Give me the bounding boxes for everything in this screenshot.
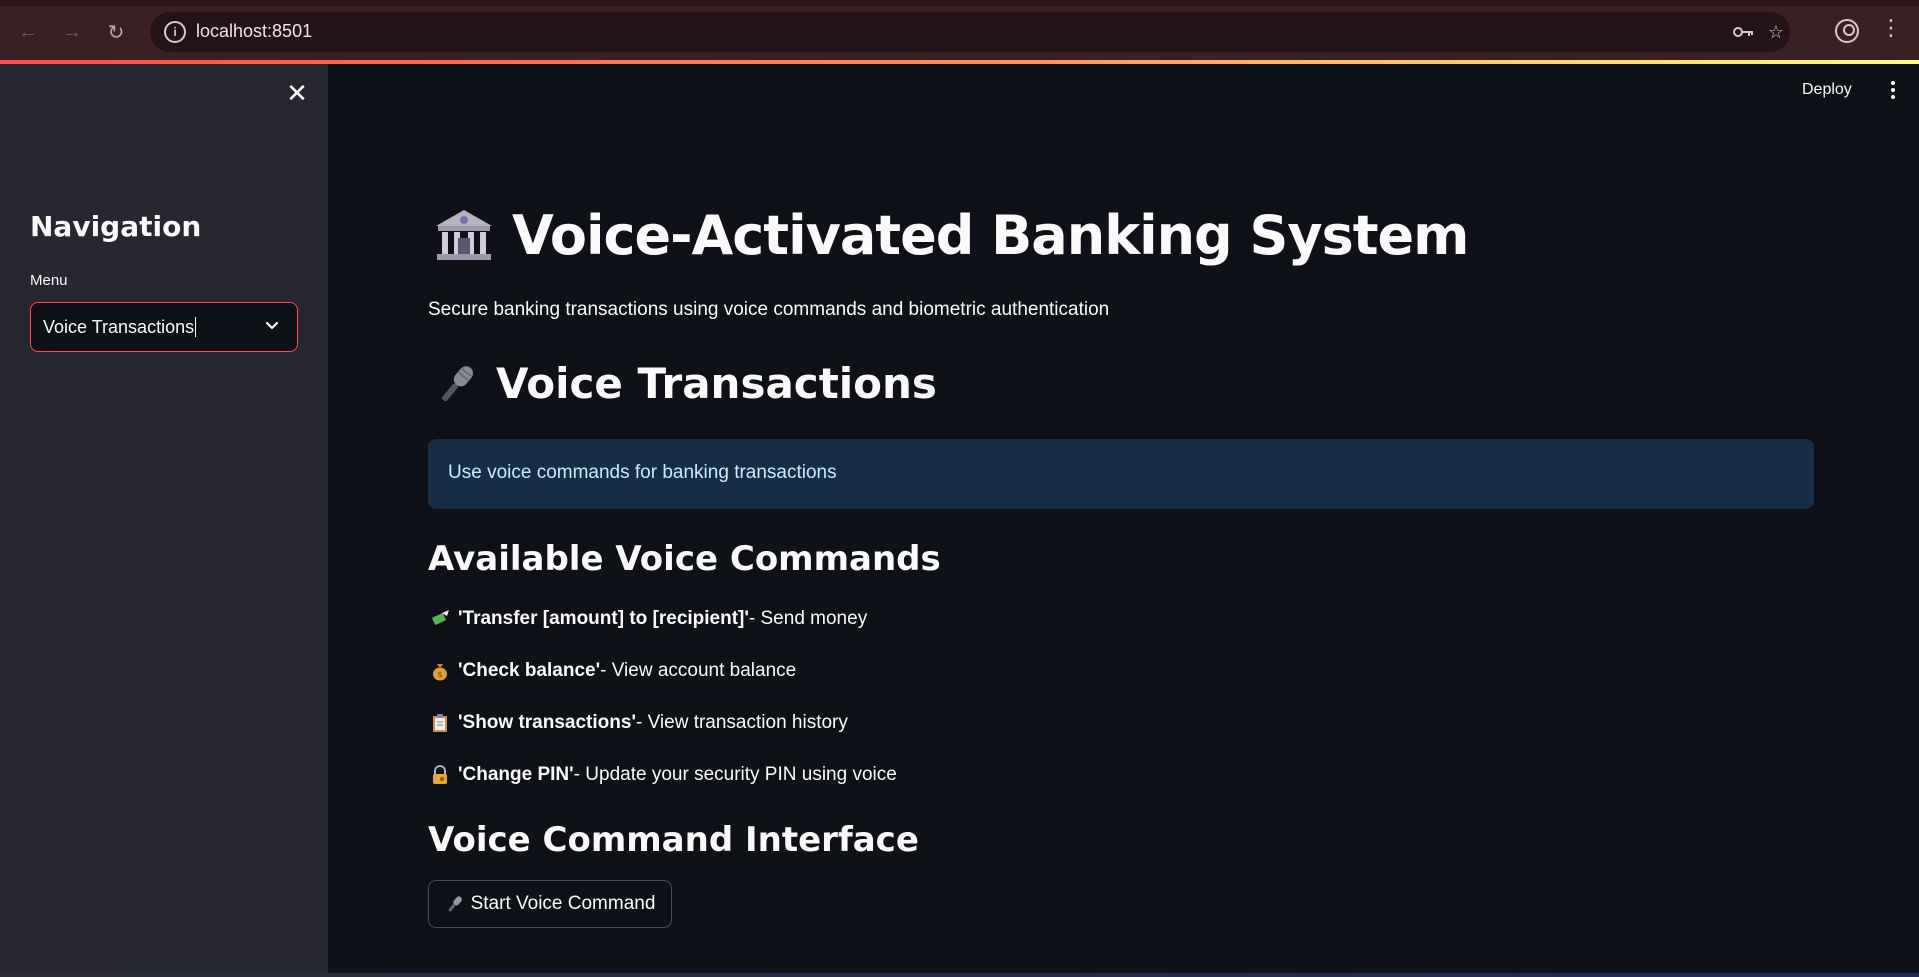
command-text: 'Check balance'	[458, 660, 601, 681]
command-text: 'Transfer [amount] to [recipient]'	[458, 608, 749, 629]
list-item: 'Show transactions' - View transaction h…	[430, 712, 848, 734]
menu-select[interactable]: Voice Transactions	[30, 302, 298, 352]
info-alert: Use voice commands for banking transacti…	[428, 439, 1814, 509]
reload-icon[interactable]: ↻	[98, 14, 134, 50]
money-bag-icon: $	[430, 661, 450, 681]
commands-heading: Available Voice Commands	[428, 539, 941, 579]
menu-select-value[interactable]: Voice Transactions	[43, 317, 197, 338]
command-description: - View account balance	[600, 660, 797, 681]
command-description: - Send money	[748, 608, 868, 629]
back-arrow-icon[interactable]: ←	[10, 14, 46, 50]
deploy-button[interactable]: Deploy	[1794, 77, 1860, 103]
command-description: - Update your security PIN using voice	[573, 764, 897, 785]
close-sidebar-icon[interactable]: ✕	[282, 78, 312, 108]
sidebar: ✕ Navigation Menu Voice Transactions	[0, 64, 328, 977]
forward-arrow-icon[interactable]: →	[54, 14, 90, 50]
chevron-down-icon[interactable]	[263, 317, 281, 335]
interface-heading: Voice Command Interface	[428, 820, 919, 860]
clipboard-icon	[430, 713, 450, 733]
microphone-icon	[434, 361, 480, 407]
page-title-text: Voice-Activated Banking System	[512, 204, 1469, 267]
page-subtitle: Secure banking transactions using voice …	[428, 299, 1110, 320]
bank-icon	[434, 208, 494, 264]
site-info-icon[interactable]: i	[164, 21, 186, 43]
key-icon[interactable]	[1732, 20, 1756, 44]
streamlit-app: ✕ Navigation Menu Voice Transactions Dep…	[0, 64, 1919, 977]
browser-menu-icon[interactable]: ⋮	[1880, 16, 1902, 40]
section-title-text: Voice Transactions	[496, 359, 937, 408]
start-voice-command-label[interactable]: Start Voice Command	[471, 893, 656, 915]
command-text: 'Show transactions'	[458, 712, 636, 733]
start-voice-command-button[interactable]: Start Voice Command	[428, 880, 672, 928]
info-alert-text: Use voice commands for banking transacti…	[448, 462, 837, 483]
money-with-wings-icon	[430, 609, 450, 629]
browser-tab-strip	[0, 0, 1919, 6]
menu-label: Menu	[30, 272, 68, 289]
main-content: Deploy Voice-Activated Banking System Se…	[328, 64, 1919, 977]
address-url[interactable]: localhost:8501	[196, 21, 312, 42]
list-item: 'Change PIN' - Update your security PIN …	[430, 764, 897, 786]
bookmark-star-icon[interactable]: ☆	[1764, 20, 1788, 44]
svg-text:$: $	[437, 670, 442, 679]
locked-with-key-icon	[430, 765, 450, 785]
main-menu-icon[interactable]	[1883, 76, 1903, 104]
section-title: Voice Transactions	[434, 359, 937, 408]
page-title: Voice-Activated Banking System	[434, 204, 1469, 267]
list-item: $ 'Check balance' - View account balance	[430, 660, 796, 682]
command-text: 'Change PIN'	[458, 764, 574, 785]
sidebar-title: Navigation	[30, 210, 202, 243]
list-item: 'Transfer [amount] to [recipient]' - Sen…	[430, 608, 867, 630]
browser-toolbar: ← → ↻ i localhost:8501 ☆ ⋮	[0, 0, 1919, 62]
microphone-icon	[445, 894, 465, 914]
profile-icon[interactable]	[1835, 19, 1859, 43]
bottom-border	[0, 973, 1919, 977]
address-bar[interactable]: i localhost:8501 ☆	[150, 12, 1790, 52]
command-description: - View transaction history	[635, 712, 848, 733]
